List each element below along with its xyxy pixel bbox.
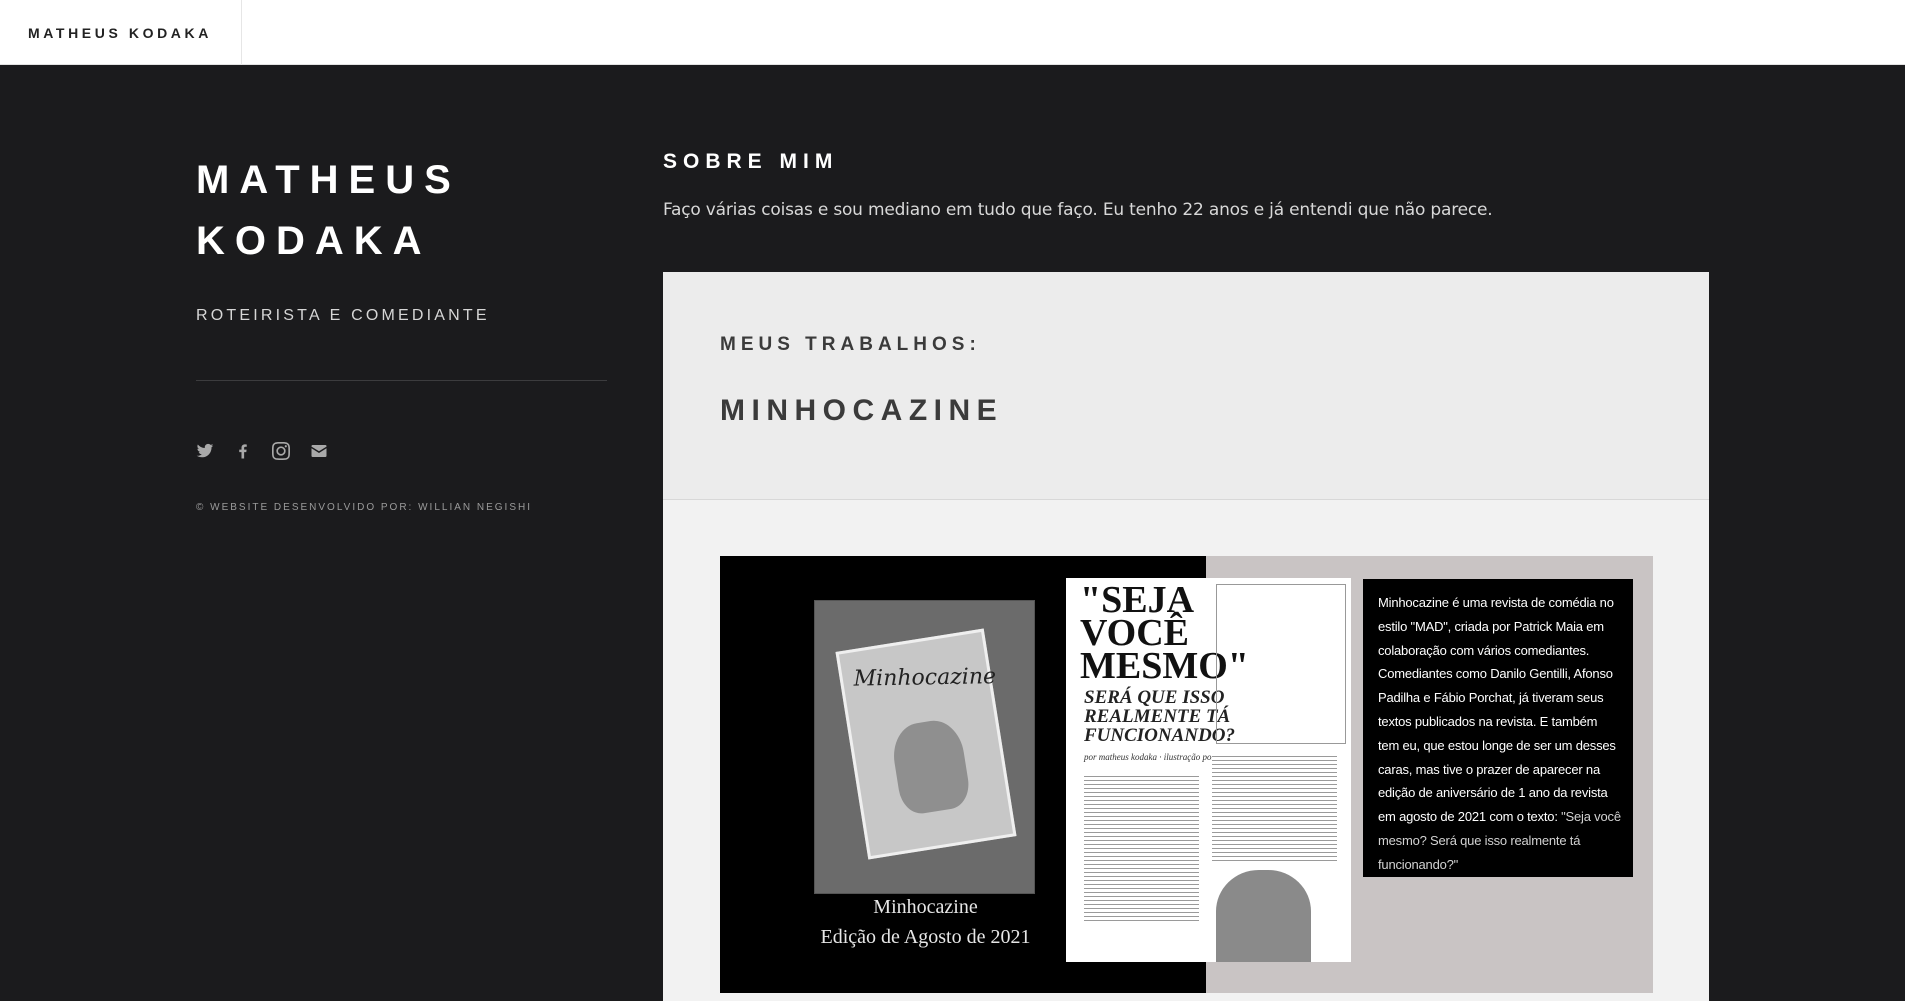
works-card: MEUS TRABALHOS: MINHOCAZINE Minhocazine … [663, 272, 1709, 1001]
magazine-cover-photo: Minhocazine [814, 600, 1035, 894]
description-text: Minhocazine é uma revista de comédia no … [1378, 595, 1616, 825]
twitter-icon[interactable] [196, 442, 214, 460]
sidebar-divider [196, 380, 607, 381]
site-title-line-1: MATHEUS [196, 158, 461, 202]
site-subtitle: ROTEIRISTA E COMEDIANTE [196, 307, 490, 324]
page-illustration [1216, 584, 1346, 744]
social-links [196, 441, 608, 461]
cover-figure [888, 716, 973, 817]
site-title-line-2: KODAKA [196, 219, 432, 263]
works-title: MINHOCAZINE [720, 394, 1004, 427]
minhocazine-image: Minhocazine Minhocazine Edição de Agosto… [720, 556, 1653, 993]
top-navbar: MATHEUS KODAKA [0, 0, 1905, 65]
magazine-page: "SEJA VOCÊ MESMO" SERÁ QUE ISSO REALMENT… [1066, 578, 1351, 962]
magazine-cover: Minhocazine [835, 628, 1017, 860]
page-text-column-left [1084, 773, 1199, 923]
footer-credit: © WEBSITE DESENVOLVIDO POR: WILLIAN NEGI… [196, 502, 533, 513]
facebook-icon[interactable] [234, 442, 252, 460]
about-text: Faço várias coisas e sou mediano em tudo… [663, 200, 1493, 220]
cover-title: Minhocazine [853, 664, 997, 692]
brand-link[interactable]: MATHEUS KODAKA [0, 0, 242, 65]
sidebar: MATHEUS KODAKA ROTEIRISTA E COMEDIANTE ©… [196, 150, 608, 513]
envelope-icon[interactable] [310, 442, 328, 460]
about-heading: SOBRE MIM [663, 150, 839, 173]
site-title: MATHEUS KODAKA [196, 150, 608, 272]
page-photo [1216, 870, 1311, 962]
works-card-header: MEUS TRABALHOS: MINHOCAZINE [663, 272, 1709, 500]
about-section: SOBRE MIM Faço várias coisas e sou media… [663, 150, 1709, 220]
description-box: Minhocazine é uma revista de comédia no … [1363, 579, 1633, 877]
works-subheading: MEUS TRABALHOS: [720, 334, 981, 355]
instagram-icon[interactable] [272, 442, 290, 460]
page-text-column-right [1212, 753, 1337, 863]
